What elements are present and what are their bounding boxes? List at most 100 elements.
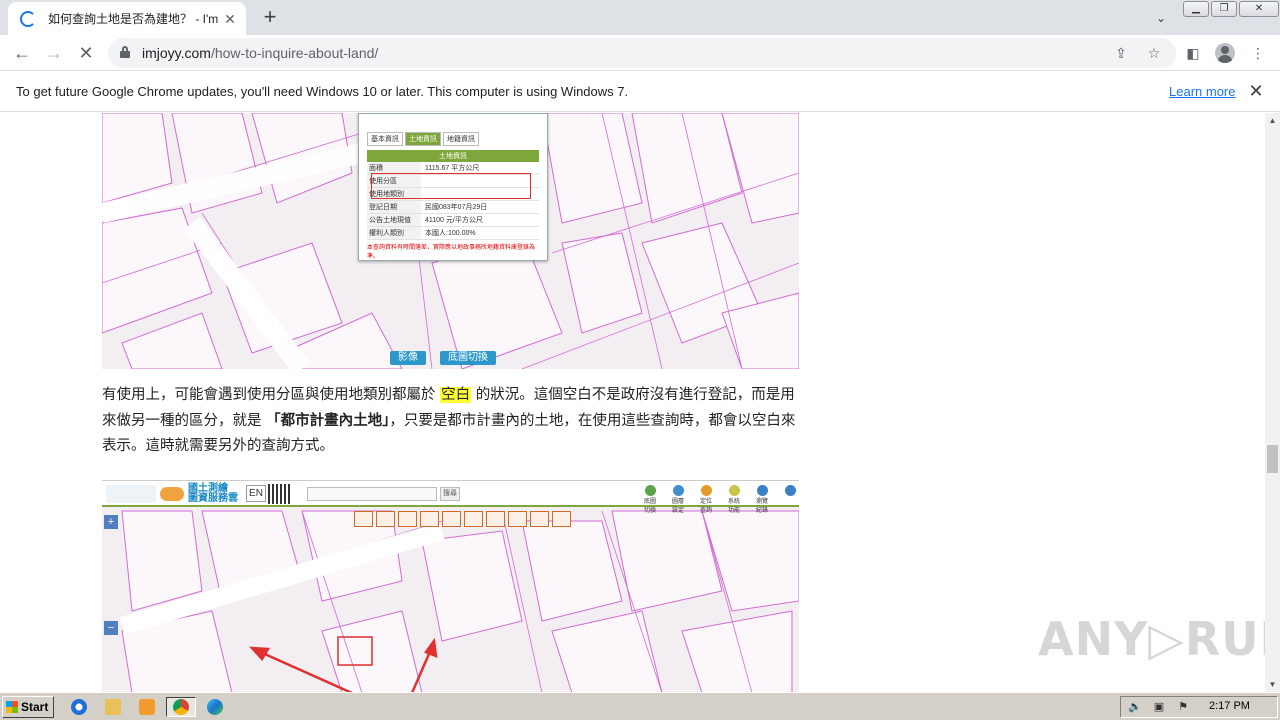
popup-tab-basic[interactable]: 基本資訊 xyxy=(367,132,403,146)
row-value: 1115.67 平方公尺 xyxy=(425,165,480,172)
anyrun-watermark: ANY▷RUN xyxy=(1038,612,1265,666)
tool-basemap[interactable]: 底圖切換 xyxy=(642,485,658,514)
row-key: 登記日期 xyxy=(367,201,421,213)
qr-code-icon xyxy=(268,484,290,504)
scrollbar-thumb[interactable] xyxy=(1267,445,1278,473)
service-logo-text: 國土測繪 圖資服務雲 xyxy=(188,483,238,504)
cut-tool-icon[interactable] xyxy=(420,511,439,527)
lock-icon[interactable] xyxy=(120,46,130,58)
draw-tool-icon[interactable] xyxy=(398,511,417,527)
tool-locate[interactable]: 定位查詢 xyxy=(698,485,714,514)
infobar-message: To get future Google Chrome updates, you… xyxy=(16,84,629,99)
network-icon[interactable]: ▣ xyxy=(1151,700,1167,714)
learn-more-link[interactable]: Learn more xyxy=(1169,84,1235,99)
hand-tool-icon[interactable] xyxy=(442,511,461,527)
loading-spinner-icon xyxy=(20,10,36,27)
back-arrow-icon[interactable]: ← xyxy=(10,41,34,65)
erase-tool-icon[interactable] xyxy=(530,511,549,527)
highlight-box xyxy=(371,173,531,199)
zoom-out-button[interactable]: − xyxy=(104,621,118,635)
new-tab-button[interactable]: + xyxy=(258,6,282,30)
bold-term: 「都市計畫內土地」 xyxy=(266,412,390,429)
row-key: 公告土地現值 xyxy=(367,214,421,226)
forward-arrow-icon[interactable]: → xyxy=(42,41,66,65)
tab-close-button[interactable]: ✕ xyxy=(222,11,238,27)
explorer-taskbar-icon[interactable] xyxy=(102,697,124,717)
ministry-logo xyxy=(106,485,156,503)
map-search-input[interactable] xyxy=(307,487,437,501)
start-label: Start xyxy=(21,700,49,714)
tool-system[interactable]: 系統功能 xyxy=(726,485,742,514)
menu-kebab-icon[interactable]: ⋮ xyxy=(1246,41,1270,65)
stop-loading-icon[interactable]: ✕ xyxy=(74,41,98,65)
map-search-button[interactable]: 搜尋 xyxy=(440,487,460,501)
page-content: 基本資訊 土地資訊 地籍資訊 土地資訊 面積 1115.67 平方公尺 使用分區 … xyxy=(0,113,1265,692)
infobar-close-icon[interactable]: ✕ xyxy=(1246,81,1266,101)
minimize-button[interactable]: ▁ xyxy=(1183,1,1209,17)
edge-taskbar-icon[interactable] xyxy=(204,697,226,717)
side-panel-icon[interactable]: ◧ xyxy=(1181,41,1205,65)
tab-strip: 如何查詢土地是否為建地？ - I'm Joy ✕ + ⌄ ▁ ❐ ✕ xyxy=(0,0,1280,35)
clock[interactable]: 2:17 PM xyxy=(1209,700,1250,712)
url-domain: imjoyy.com xyxy=(142,45,211,61)
share-icon[interactable]: ⇪ xyxy=(1111,43,1131,63)
url-path: /how-to-inquire-about-land/ xyxy=(210,45,379,61)
url-text[interactable]: imjoyy.com/how-to-inquire-about-land/ xyxy=(142,45,378,61)
chrome-taskbar-icon[interactable] xyxy=(166,697,196,717)
scroll-down-arrow-icon[interactable]: ▼ xyxy=(1265,677,1280,692)
system-tray: 🔈 ▣ ⚑ 2:17 PM xyxy=(1120,696,1278,718)
locate-tool-icon[interactable] xyxy=(464,511,483,527)
highlighted-term: 空白 xyxy=(440,387,472,403)
map-screenshot-1: 基本資訊 土地資訊 地籍資訊 土地資訊 面積 1115.67 平方公尺 使用分區 … xyxy=(102,113,799,369)
profile-avatar-icon[interactable] xyxy=(1213,41,1237,65)
popup-header: 土地資訊 xyxy=(367,150,539,162)
ie-taskbar-icon[interactable] xyxy=(68,697,90,717)
map-tool-iconbar xyxy=(354,511,571,527)
user-icon[interactable] xyxy=(782,485,798,503)
browser-toolbar: ← → ✕ imjoyy.com/how-to-inquire-about-la… xyxy=(0,35,1280,71)
article-paragraph: 有使用上，可能會遇到使用分區與使用地類別都屬於 空白 的狀況。這個空白不是政府沒… xyxy=(102,383,802,460)
address-bar[interactable]: imjoyy.com/how-to-inquire-about-land/ ⇪ … xyxy=(108,38,1176,68)
window-close-button[interactable]: ✕ xyxy=(1239,1,1279,17)
map-service-header: 國土測繪 圖資服務雲 EN 搜尋 底圖切換 圖層設定 定位查詢 系統功能 瀏覽紀錄 xyxy=(102,481,799,514)
windows-taskbar: Start 🔈 ▣ ⚑ 2:17 PM xyxy=(0,692,1280,720)
popup-tab-cadastral[interactable]: 地籍資訊 xyxy=(443,132,479,146)
tab-search-chevron-icon[interactable]: ⌄ xyxy=(1151,8,1171,28)
service-logo-icon xyxy=(160,487,184,501)
popup-tabs: 基本資訊 土地資訊 地籍資訊 xyxy=(359,114,547,148)
restore-button[interactable]: ❐ xyxy=(1211,1,1237,17)
screen-tool-icon[interactable] xyxy=(508,511,527,527)
measure-tool-icon[interactable] xyxy=(354,511,373,527)
bookmark-star-icon[interactable]: ☆ xyxy=(1144,43,1164,63)
basemap-switch-button[interactable]: 底圖切換 xyxy=(440,351,496,365)
popup-row: 權利人類別 本國人:100.00% xyxy=(367,227,539,240)
area-tool-icon[interactable] xyxy=(376,511,395,527)
row-value: 民國083年07月29日 xyxy=(425,204,488,211)
land-info-popup: 基本資訊 土地資訊 地籍資訊 土地資訊 面積 1115.67 平方公尺 使用分區 … xyxy=(358,113,548,261)
vertical-scrollbar[interactable]: ▲ ▼ xyxy=(1265,113,1280,692)
popup-disclaimer: 本查詢資料有時間落差，實際應以地政事務所地籍資料庫登錄為準。 xyxy=(367,245,536,260)
volume-icon[interactable]: 🔈 xyxy=(1127,700,1143,714)
row-value: 本國人:100.00% xyxy=(425,230,476,237)
tab-title: 如何查詢土地是否為建地？ - I'm Joy xyxy=(48,12,218,26)
media-player-taskbar-icon[interactable] xyxy=(136,697,158,717)
row-value: 41100 元/平方公尺 xyxy=(425,217,483,224)
tool-history[interactable]: 瀏覽紀錄 xyxy=(754,485,770,514)
windows-flag-icon xyxy=(6,701,18,713)
popup-row: 公告土地現值 41100 元/平方公尺 xyxy=(367,214,539,227)
action-center-flag-icon[interactable]: ⚑ xyxy=(1175,700,1191,714)
zoom-in-button[interactable]: + xyxy=(104,515,118,529)
scroll-up-arrow-icon[interactable]: ▲ xyxy=(1265,113,1280,128)
window-controls: ▁ ❐ ✕ xyxy=(1183,1,1279,17)
active-tab[interactable]: 如何查詢土地是否為建地？ - I'm Joy ✕ xyxy=(8,2,246,35)
para-text: 有使用上，可能會遇到使用分區與使用地類別都屬於 xyxy=(102,387,441,403)
line-tool-icon[interactable] xyxy=(486,511,505,527)
tool-layers[interactable]: 圖層設定 xyxy=(670,485,686,514)
language-en-button[interactable]: EN xyxy=(246,485,266,502)
map-screenshot-2: 國土測繪 圖資服務雲 EN 搜尋 底圖切換 圖層設定 定位查詢 系統功能 瀏覽紀錄… xyxy=(102,480,799,692)
imagery-button[interactable]: 影像 xyxy=(390,351,426,365)
start-button[interactable]: Start xyxy=(2,696,54,718)
popup-tab-land[interactable]: 土地資訊 xyxy=(405,132,441,146)
pin-tool-icon[interactable] xyxy=(552,511,571,527)
popup-row: 登記日期 民國083年07月29日 xyxy=(367,201,539,214)
